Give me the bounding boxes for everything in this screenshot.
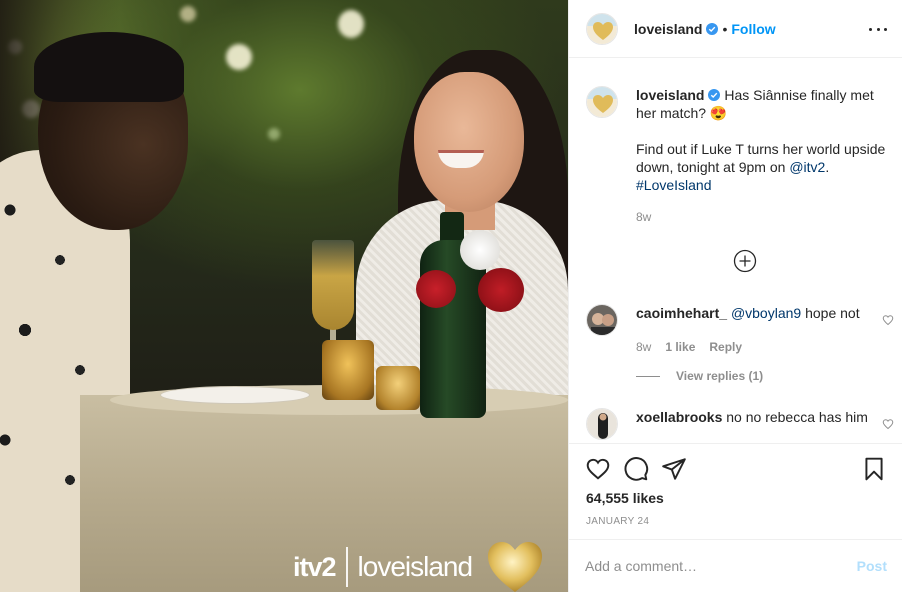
caption-timestamp[interactable]: 8w (636, 208, 891, 226)
share-direct-icon[interactable] (661, 456, 687, 482)
comment-bubble-icon[interactable] (623, 456, 649, 482)
candle (322, 340, 374, 400)
caption-mention-link[interactable]: @itv2 (789, 159, 825, 175)
woman-face (414, 72, 524, 212)
verified-badge-icon (708, 89, 721, 101)
load-more-comments-icon[interactable] (733, 249, 757, 273)
likes-count[interactable]: 64,555 likes (586, 490, 664, 506)
post-caption: loveisland Has Siânnise finally met her … (586, 86, 896, 226)
comment-item: caoimhehart_ @vboylan9 hope not 8w 1 lik… (586, 304, 896, 356)
view-replies-line (636, 375, 660, 377)
commenter-avatar[interactable] (586, 408, 618, 440)
commenter-avatar[interactable] (586, 304, 618, 336)
comment-likes-count[interactable]: 1 like (665, 338, 695, 356)
comment-mention-link[interactable]: @vboylan9 (731, 305, 801, 321)
comment-username[interactable]: caoimhehart_ (636, 305, 727, 321)
caption-period: . (825, 159, 830, 175)
caption-username[interactable]: loveisland (636, 87, 704, 103)
comment-input[interactable] (585, 558, 857, 574)
caption-avatar[interactable] (586, 86, 618, 118)
comment-username[interactable]: xoellabrooks (636, 409, 722, 425)
champagne-glass (312, 240, 354, 330)
comment-like-heart-icon[interactable] (882, 418, 894, 430)
user-avatar-icon (587, 409, 617, 439)
comment-like-heart-icon[interactable] (882, 314, 894, 326)
itv-watermark: itv2 loveisland (293, 540, 544, 592)
more-options-icon[interactable] (869, 20, 887, 38)
bokeh-light (226, 44, 252, 70)
comments-list[interactable]: loveisland Has Siânnise finally met her … (569, 72, 902, 444)
plate (160, 386, 310, 404)
account-username[interactable]: loveisland (634, 21, 702, 37)
post-date[interactable]: JANUARY 24 (586, 516, 649, 527)
follow-button[interactable]: Follow (731, 21, 775, 37)
man-hair (34, 32, 184, 102)
comment-timestamp[interactable]: 8w (636, 338, 651, 356)
comment-item: xoellabrooks no no rebecca has him (586, 408, 896, 440)
post-actions: 64,555 likes JANUARY 24 (569, 443, 902, 539)
post-side-panel: loveisland • Follow loveisland Has Siânn… (568, 0, 902, 592)
bokeh-light (180, 6, 196, 22)
post-photo[interactable]: itv2 loveisland (0, 0, 568, 592)
comment-composer: Post (569, 539, 902, 592)
comment-text: hope not (801, 305, 860, 321)
user-avatar-icon (587, 305, 617, 335)
red-rose (416, 270, 456, 308)
bokeh-light (338, 10, 364, 38)
loveisland-avatar-icon (587, 13, 617, 44)
save-bookmark-icon[interactable] (861, 456, 887, 482)
red-rose (478, 268, 524, 312)
candle (376, 366, 420, 410)
post-header: loveisland • Follow (569, 0, 902, 58)
bokeh-light (268, 128, 280, 140)
watermark-divider (345, 547, 348, 587)
white-rose (460, 230, 500, 270)
loveisland-avatar-icon (587, 87, 617, 117)
view-replies-label: View replies (1) (676, 369, 764, 383)
loveisland-logo-text: loveisland (357, 551, 474, 582)
comment-reply-button[interactable]: Reply (709, 338, 742, 356)
verified-badge-icon (706, 22, 719, 35)
separator-dot: • (722, 20, 728, 37)
caption-hashtag-link[interactable]: #LoveIsland (636, 177, 712, 193)
view-replies-button[interactable]: View replies (1) (636, 369, 763, 383)
account-avatar[interactable] (586, 12, 618, 45)
itv2-logo-text: itv2 (293, 551, 337, 582)
caption-text-line2: Find out if Luke T turns her world upsid… (636, 141, 886, 175)
gold-heart-icon (488, 542, 543, 592)
action-icon-row (585, 456, 887, 482)
post-comment-button[interactable]: Post (857, 558, 887, 574)
comment-text: no no rebecca has him (722, 409, 868, 425)
like-heart-icon[interactable] (585, 456, 611, 482)
